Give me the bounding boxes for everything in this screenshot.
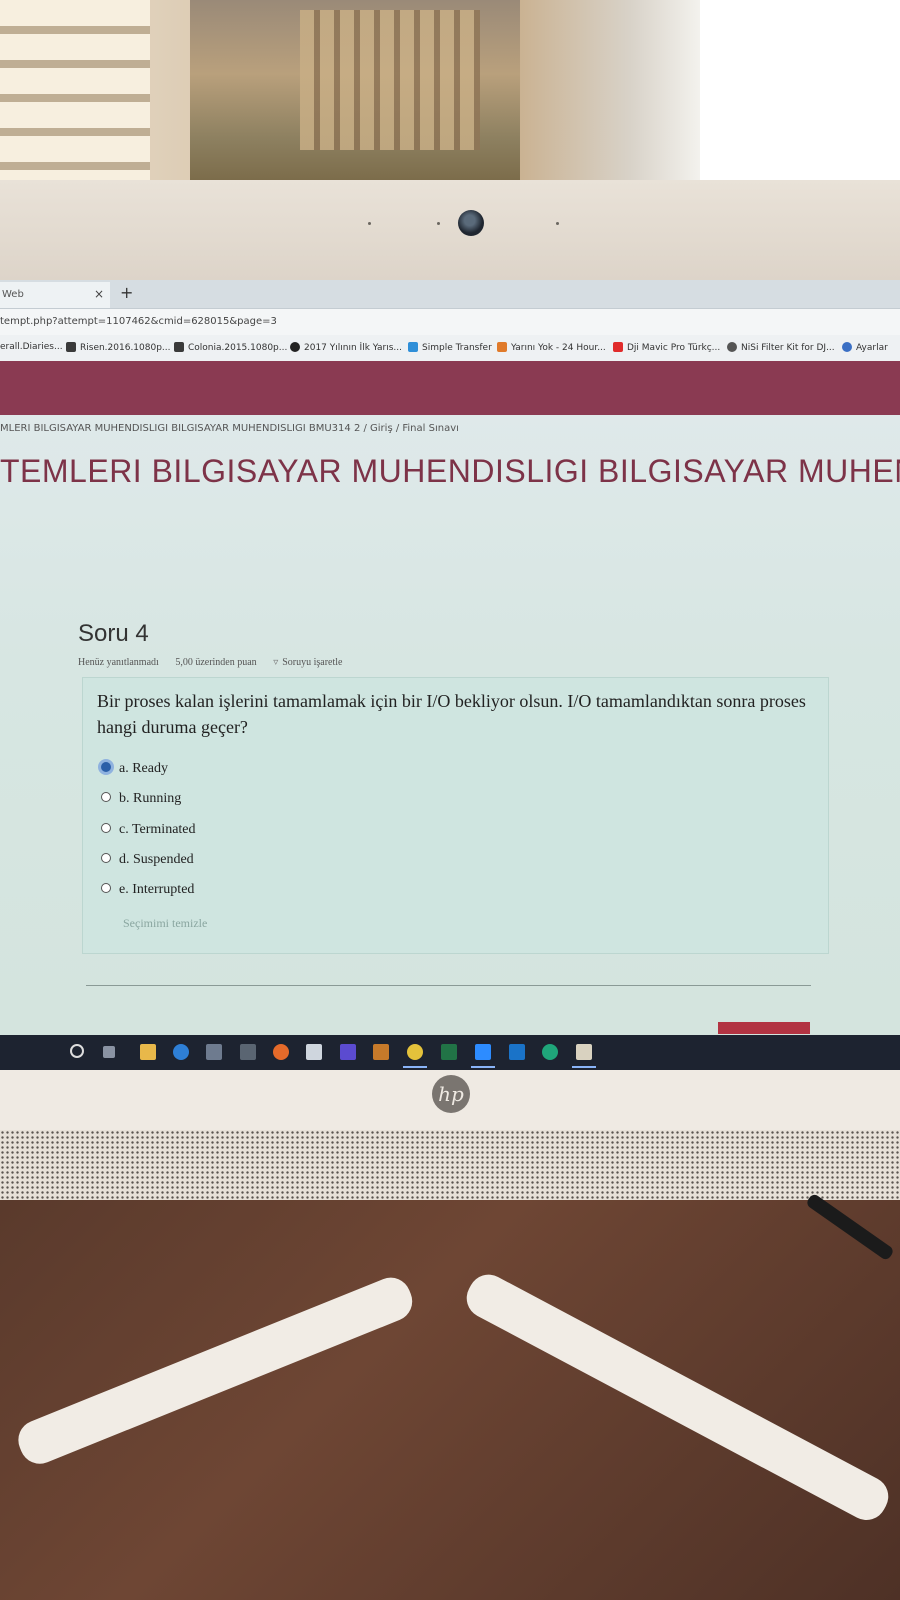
option-d[interactable]: d. Suspended	[101, 852, 194, 868]
question-info: Henüz yanıtlanmadı 5,00 üzerinden puan ▿…	[78, 657, 370, 668]
bookmark-item[interactable]: NiSi Filter Kit for DJ...	[727, 342, 835, 353]
task-view-icon[interactable]	[103, 1046, 115, 1058]
option-c[interactable]: c. Terminated	[101, 822, 196, 838]
radio-icon[interactable]	[101, 792, 111, 802]
r-icon	[174, 342, 184, 352]
bookmark-item[interactable]: Dji Mavic Pro Türkç...	[613, 342, 720, 353]
bookmarks-bar: erall.Diaries... Risen.2016.1080p... Col…	[0, 335, 900, 361]
visual-studio-icon[interactable]	[340, 1044, 356, 1060]
bezel-dot	[368, 222, 371, 225]
next-page-button[interactable]	[718, 1022, 810, 1034]
browser-tabstrip: Web × +	[0, 280, 900, 309]
radio-icon[interactable]	[101, 823, 111, 833]
active-app-indicator	[572, 1066, 596, 1068]
url-text: tempt.php?attempt=1107462&cmid=628015&pa…	[0, 316, 277, 327]
flag-question-link[interactable]: ▿ Soruyu işaretle	[273, 657, 356, 668]
bookmark-item[interactable]: Colonia.2015.1080p...	[174, 342, 287, 353]
radio-icon[interactable]	[101, 853, 111, 863]
question-points: 5,00 üzerinden puan	[175, 657, 257, 668]
edge-legacy-icon[interactable]	[173, 1044, 189, 1060]
flag-icon: ▿	[273, 657, 279, 668]
site-header-bar	[0, 361, 900, 416]
app-icon[interactable]	[576, 1044, 592, 1060]
zoom-icon[interactable]	[475, 1044, 491, 1060]
bookmark-item[interactable]: Simple Transfer	[408, 342, 492, 353]
webcam	[458, 210, 484, 236]
question-status: Henüz yanıtlanmadı	[78, 657, 159, 668]
bookmark-item[interactable]: Yarını Yok - 24 Hour...	[497, 342, 606, 353]
section-divider	[86, 985, 811, 986]
breadcrumb[interactable]: MLERI BILGISAYAR MUHENDISLIGI BILGISAYAR…	[0, 423, 459, 434]
bookmark-item[interactable]: 2017 Yılının İlk Yarıs...	[290, 342, 402, 353]
bezel-dot	[437, 222, 440, 225]
file-explorer-icon[interactable]	[140, 1044, 156, 1060]
media-player-icon[interactable]	[373, 1044, 389, 1060]
monitor-screen: Web × + tempt.php?attempt=1107462&cmid=6…	[0, 280, 900, 1070]
site-icon	[497, 342, 507, 352]
speaker-grille	[0, 1130, 900, 1200]
search-icon[interactable]	[70, 1044, 84, 1058]
transfer-icon	[408, 342, 418, 352]
question-box: Bir proses kalan işlerini tamamlamak içi…	[82, 677, 829, 954]
radio-selected-icon[interactable]	[101, 762, 111, 772]
wall-painting	[190, 0, 520, 185]
r-icon	[66, 342, 76, 352]
site-icon	[290, 342, 300, 352]
radio-icon[interactable]	[101, 883, 111, 893]
bezel-dot	[556, 222, 559, 225]
active-app-indicator	[403, 1066, 427, 1068]
chrome-icon[interactable]	[407, 1044, 423, 1060]
course-title: TEMLERI BILGISAYAR MUHENDISLIGI BILGISAY…	[0, 453, 900, 489]
calculator-icon[interactable]	[240, 1044, 256, 1060]
window-blinds	[0, 0, 150, 190]
option-a[interactable]: a. Ready	[101, 761, 168, 777]
bookmark-item[interactable]: Ayarlar	[842, 342, 888, 353]
room-background	[0, 0, 900, 200]
quiz-page: MLERI BILGISAYAR MUHENDISLIGI BILGISAYAR…	[0, 415, 900, 1035]
option-b[interactable]: b. Running	[101, 791, 181, 807]
question-text: Bir proses kalan işlerini tamamlamak içi…	[97, 691, 806, 737]
excel-icon[interactable]	[441, 1044, 457, 1060]
firefox-icon[interactable]	[273, 1044, 289, 1060]
close-tab-icon[interactable]: ×	[94, 287, 104, 301]
monitor-top-bezel	[0, 180, 900, 280]
store-icon[interactable]	[306, 1044, 322, 1060]
edge-icon[interactable]	[542, 1044, 558, 1060]
bright-window	[700, 0, 900, 190]
windows-taskbar	[0, 1035, 900, 1070]
bookmark-item[interactable]: erall.Diaries...	[0, 342, 63, 352]
new-tab-button[interactable]: +	[120, 283, 133, 302]
amazon-icon	[727, 342, 737, 352]
browser-tab[interactable]: Web ×	[0, 282, 110, 308]
clear-choice-link[interactable]: Seçimimi temizle	[123, 916, 207, 931]
outlook-icon[interactable]	[509, 1044, 525, 1060]
bookmark-item[interactable]: Risen.2016.1080p...	[66, 342, 171, 353]
question-number: Soru 4	[78, 620, 149, 647]
option-e[interactable]: e. Interrupted	[101, 882, 194, 898]
tab-title: Web	[2, 289, 24, 300]
youtube-icon	[613, 342, 623, 352]
hp-logo: hp	[432, 1075, 470, 1113]
address-bar[interactable]: tempt.php?attempt=1107462&cmid=628015&pa…	[0, 309, 900, 335]
app-icon[interactable]	[206, 1044, 222, 1060]
active-app-indicator	[471, 1066, 495, 1068]
gear-icon	[842, 342, 852, 352]
